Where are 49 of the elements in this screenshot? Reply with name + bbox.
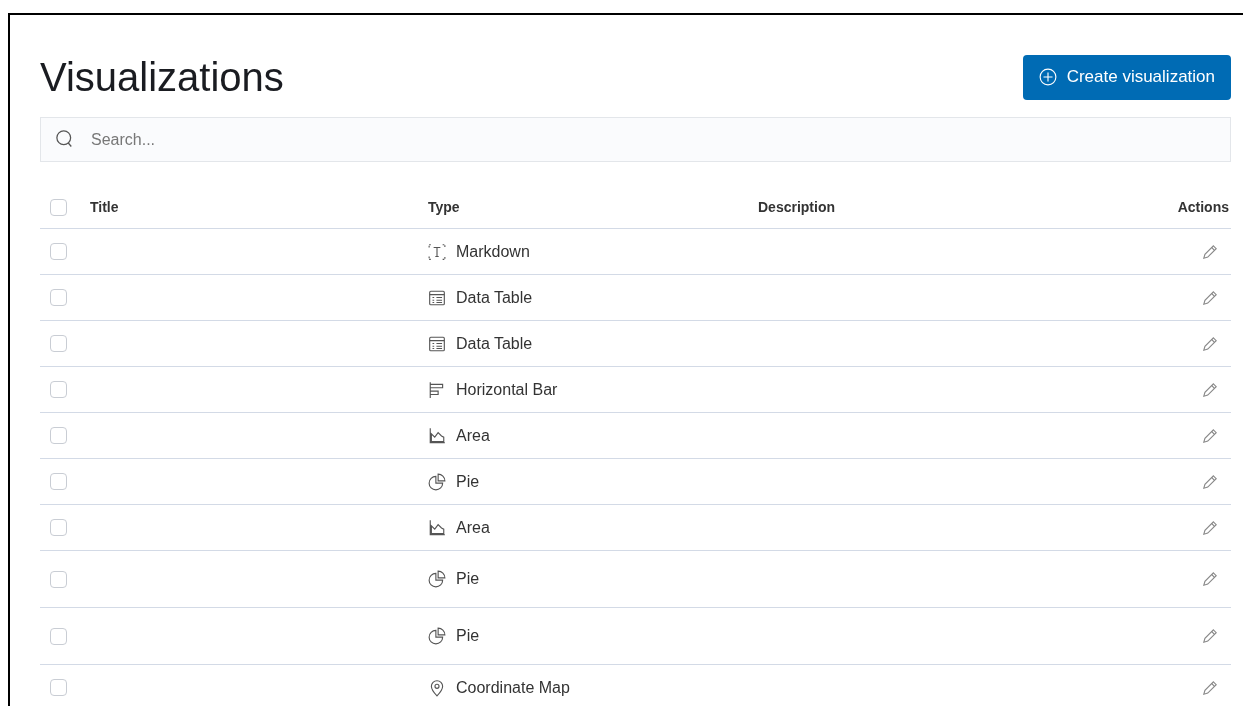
type-label: Data Table <box>456 333 533 354</box>
table-icon <box>428 334 446 353</box>
edit-icon[interactable] <box>1201 334 1219 353</box>
plus-circle-icon <box>1038 68 1057 86</box>
column-header[interactable]: Description <box>758 198 835 215</box>
checkbox[interactable] <box>50 519 67 536</box>
page-title: Visualizations <box>40 54 284 101</box>
checkbox[interactable] <box>50 473 67 490</box>
edit-icon[interactable] <box>1201 678 1219 697</box>
type-label: Pie <box>456 471 480 492</box>
pie-chart-icon <box>428 627 446 645</box>
edit-icon[interactable] <box>1201 288 1219 307</box>
area-chart-icon <box>428 426 446 445</box>
checkbox[interactable] <box>50 381 67 398</box>
column-header[interactable]: Type <box>428 198 460 215</box>
area-chart-icon <box>428 518 446 537</box>
edit-icon[interactable] <box>1201 426 1219 445</box>
checkbox[interactable] <box>50 289 67 306</box>
create-visualization-button[interactable]: Create visualization <box>1022 54 1231 100</box>
type-label: Coordinate Map <box>456 677 570 698</box>
checkbox[interactable] <box>50 627 67 645</box>
checkbox[interactable] <box>50 427 67 444</box>
edit-icon[interactable] <box>1201 570 1219 588</box>
map-pin-icon <box>428 678 446 697</box>
text-icon <box>428 242 446 261</box>
type-label: Markdown <box>456 241 530 262</box>
table-icon <box>428 288 446 307</box>
type-label: Pie <box>456 569 480 589</box>
type-label: Pie <box>456 626 480 646</box>
type-label: Data Table <box>456 287 533 308</box>
checkbox[interactable] <box>50 243 67 260</box>
edit-icon[interactable] <box>1201 472 1219 491</box>
type-label: Area <box>456 425 490 446</box>
edit-icon[interactable] <box>1201 380 1219 399</box>
edit-icon[interactable] <box>1201 518 1219 537</box>
type-label: Horizontal Bar <box>456 379 558 400</box>
pie-chart-icon <box>428 472 446 491</box>
checkbox[interactable] <box>50 198 67 216</box>
search-field[interactable]: Search... <box>40 117 1231 162</box>
edit-icon[interactable] <box>1201 627 1219 645</box>
pie-chart-icon <box>428 570 446 588</box>
column-header[interactable]: Actions <box>1177 198 1229 215</box>
column-header[interactable]: Title <box>90 198 119 215</box>
checkbox[interactable] <box>50 679 67 696</box>
checkbox[interactable] <box>50 335 67 352</box>
horizontal-bar-icon <box>428 380 446 399</box>
edit-icon[interactable] <box>1201 242 1219 261</box>
checkbox[interactable] <box>50 570 67 588</box>
type-label: Area <box>456 517 490 538</box>
